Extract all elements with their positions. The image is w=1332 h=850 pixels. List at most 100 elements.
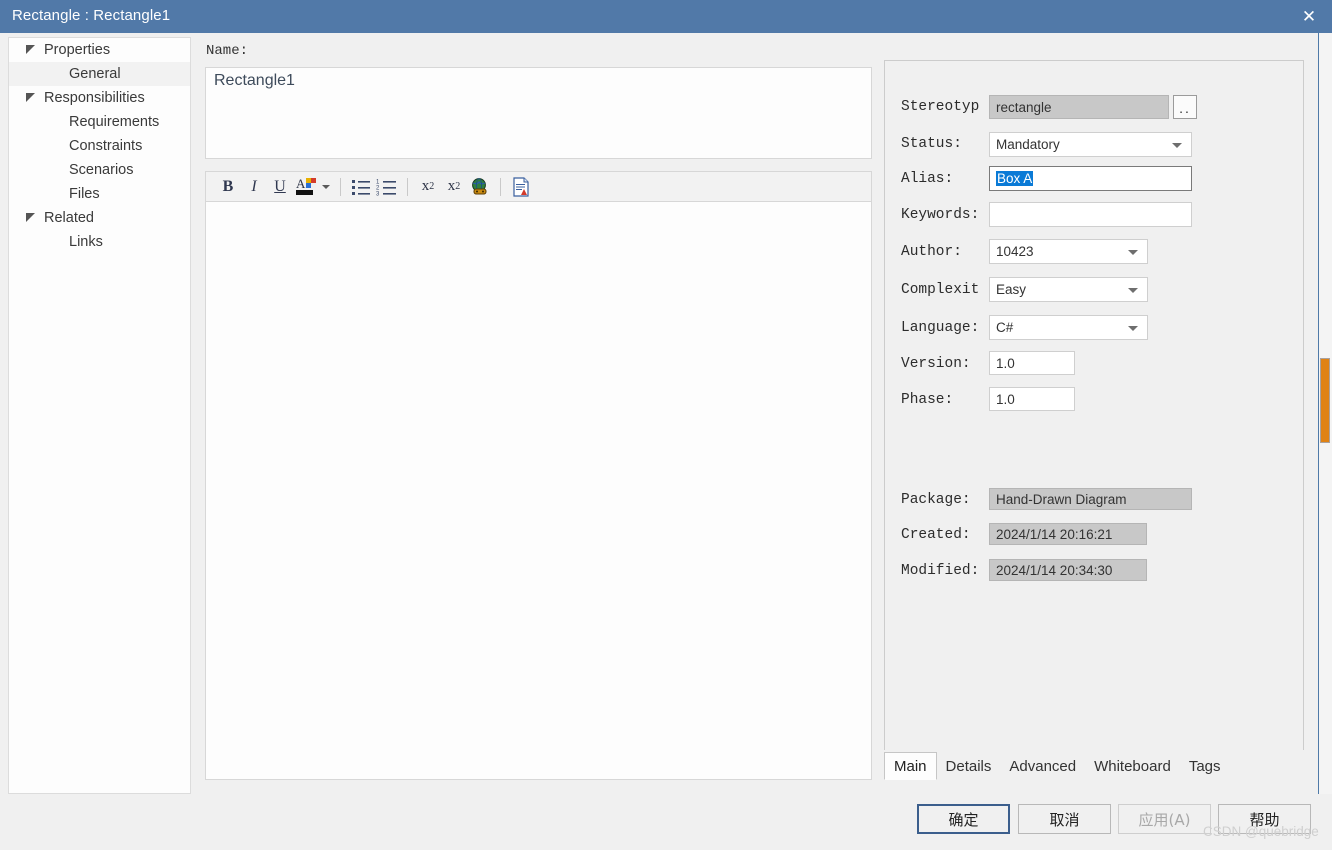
alias-value: Box A: [996, 171, 1034, 186]
package-label: Package:: [901, 492, 971, 508]
page-scrollbar-thumb[interactable]: [1320, 358, 1330, 443]
tree-item-links[interactable]: Links: [9, 230, 190, 254]
created-label: Created:: [901, 527, 971, 543]
tree-item-requirements[interactable]: Requirements: [9, 110, 190, 134]
subscript-base: x: [447, 178, 456, 194]
superscript-base: x: [421, 178, 430, 194]
toolbar-separator: [340, 177, 341, 196]
notes-editor[interactable]: [205, 202, 872, 780]
phase-label: Phase:: [901, 392, 954, 408]
navigation-tree: Properties General Responsibilities Requ…: [8, 37, 191, 794]
tree-node-related[interactable]: Related: [9, 206, 190, 230]
complexity-label: Complexit: [901, 282, 980, 298]
tree-item-label: Files: [69, 186, 100, 202]
superscript-icon[interactable]: x2: [415, 175, 441, 199]
tree-item-label: Responsibilities: [44, 90, 145, 106]
subscript-exponent: 2: [455, 181, 461, 192]
bullet-list-icon[interactable]: [348, 175, 374, 199]
stereotype-label: Stereotyp: [901, 99, 980, 115]
numbered-list-icon[interactable]: 1 2 3: [374, 175, 400, 199]
subscript-icon[interactable]: x2: [441, 175, 467, 199]
tree-item-general[interactable]: General: [9, 62, 190, 86]
tree-item-constraints[interactable]: Constraints: [9, 134, 190, 158]
author-value: 10423: [996, 244, 1034, 259]
tab-tags[interactable]: Tags: [1180, 752, 1230, 780]
version-value: 1.0: [996, 355, 1015, 371]
tab-advanced[interactable]: Advanced: [1000, 752, 1085, 780]
package-field: Hand-Drawn Diagram: [989, 488, 1192, 510]
tree-item-label: Links: [69, 234, 103, 250]
tree-item-label: Scenarios: [69, 162, 134, 178]
underline-icon[interactable]: U: [267, 175, 293, 199]
close-icon[interactable]: ✕: [1286, 0, 1332, 33]
bullet-list-glyph: [352, 179, 370, 195]
complexity-value: Easy: [996, 282, 1027, 297]
tree-item-label: Properties: [44, 42, 111, 58]
superscript-exponent: 2: [429, 181, 435, 192]
rich-text-toolbar: B I U A 1 2 3 x 2 x 2: [205, 171, 872, 202]
bold-icon[interactable]: B: [215, 175, 241, 199]
tree-node-responsibilities[interactable]: Responsibilities: [9, 86, 190, 110]
tree-node-properties[interactable]: Properties: [9, 38, 190, 62]
tree-item-label: Constraints: [69, 138, 143, 154]
apply-button: 应用(A): [1118, 804, 1211, 834]
panel-tabs: Main Details Advanced Whiteboard Tags: [884, 750, 1304, 780]
stereotype-browse-button[interactable]: ..: [1173, 95, 1197, 119]
package-value: Hand-Drawn Diagram: [996, 491, 1127, 507]
ok-button[interactable]: 确定: [917, 804, 1010, 834]
properties-panel: Stereotyp rectangle .. Status: Mandatory…: [884, 60, 1304, 780]
tab-main[interactable]: Main: [884, 752, 937, 780]
created-field: 2024/1/14 20:16:21: [989, 523, 1147, 545]
name-value: Rectangle1: [214, 72, 295, 89]
alias-input[interactable]: Box A: [989, 166, 1192, 191]
name-input[interactable]: Rectangle1: [205, 67, 872, 159]
author-dropdown[interactable]: 10423: [989, 239, 1148, 264]
stereotype-field[interactable]: rectangle: [989, 95, 1169, 119]
language-dropdown[interactable]: C#: [989, 315, 1148, 340]
language-value: C#: [996, 320, 1014, 335]
tab-whiteboard[interactable]: Whiteboard: [1085, 752, 1180, 780]
globe-hyperlink-icon[interactable]: [467, 175, 493, 199]
italic-icon[interactable]: I: [241, 175, 267, 199]
property-dialog: Rectangle : Rectangle1 ✕ Properties Gene…: [0, 0, 1332, 850]
numbered-list-glyph: 1 2 3: [376, 179, 396, 196]
tree-item-label: General: [69, 66, 121, 82]
status-value: Mandatory: [996, 137, 1060, 152]
title-bar: Rectangle : Rectangle1 ✕: [0, 0, 1332, 33]
font-color-icon[interactable]: A: [293, 175, 319, 199]
keywords-input[interactable]: [989, 202, 1192, 227]
toolbar-separator: [407, 177, 408, 196]
expand-triangle-icon: [25, 44, 37, 56]
font-color-glyph: A: [296, 176, 316, 195]
insert-document-icon[interactable]: [508, 175, 534, 199]
version-input[interactable]: 1.0: [989, 351, 1075, 375]
page-scrollbar-track[interactable]: [1318, 33, 1332, 850]
svg-text:A: A: [296, 176, 306, 191]
status-label: Status:: [901, 136, 962, 152]
svg-text:3: 3: [376, 191, 380, 196]
phase-input[interactable]: 1.0: [989, 387, 1075, 411]
cancel-button[interactable]: 取消: [1018, 804, 1111, 834]
tree-item-label: Related: [44, 210, 94, 226]
tree-item-files[interactable]: Files: [9, 182, 190, 206]
tab-details[interactable]: Details: [937, 752, 1001, 780]
status-dropdown[interactable]: Mandatory: [989, 132, 1192, 157]
language-label: Language:: [901, 320, 980, 336]
modified-label: Modified:: [901, 563, 980, 579]
name-label: Name:: [206, 43, 249, 59]
keywords-label: Keywords:: [901, 207, 980, 223]
window-title: Rectangle : Rectangle1: [12, 7, 171, 24]
stereotype-value: rectangle: [996, 99, 1052, 115]
globe-hyperlink-glyph: [472, 177, 487, 194]
modified-value: 2024/1/14 20:34:30: [996, 562, 1113, 578]
help-button[interactable]: 帮助: [1218, 804, 1311, 834]
font-color-dropdown-icon[interactable]: [319, 175, 333, 199]
toolbar-separator: [500, 177, 501, 196]
tree-item-scenarios[interactable]: Scenarios: [9, 158, 190, 182]
insert-document-glyph: [513, 176, 529, 197]
modified-field: 2024/1/14 20:34:30: [989, 559, 1147, 581]
version-label: Version:: [901, 356, 971, 372]
author-label: Author:: [901, 244, 962, 260]
complexity-dropdown[interactable]: Easy: [989, 277, 1148, 302]
phase-value: 1.0: [996, 391, 1015, 407]
